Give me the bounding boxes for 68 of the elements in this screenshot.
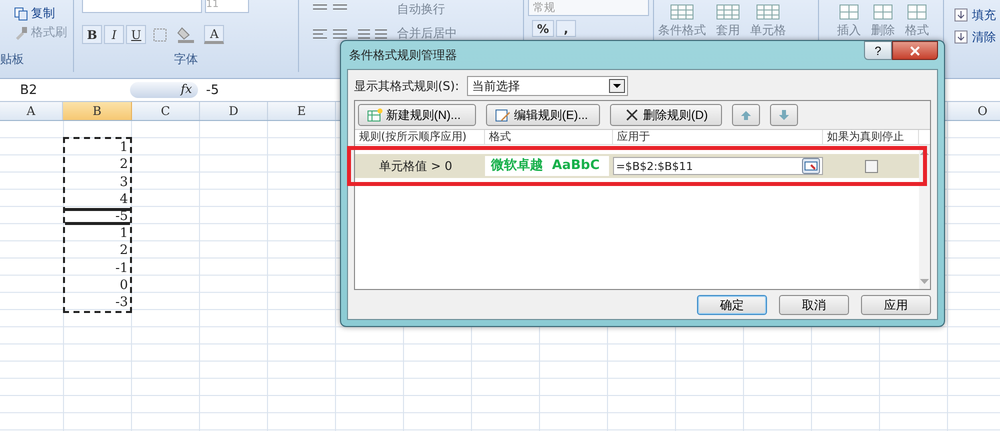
font-color-button[interactable]: A [204, 25, 224, 44]
table-icon [756, 4, 780, 20]
column-header: 格式 [485, 130, 613, 144]
name-box[interactable]: B2 [0, 82, 130, 98]
up-arrow-icon [740, 109, 752, 121]
dialog-button[interactable]: 应用 [861, 295, 931, 315]
fx-button[interactable]: fx [130, 82, 198, 98]
table-cell[interactable]: 0 [65, 276, 130, 294]
delete-icon [624, 108, 640, 122]
number-format-button[interactable]: % [532, 20, 554, 37]
column-header[interactable]: E [268, 102, 336, 120]
close-button[interactable] [892, 41, 938, 60]
column-header: 规则(按所示顺序应用) [355, 130, 485, 144]
format-preview: 微软卓越 AaBbC [485, 156, 609, 176]
column-header[interactable]: C [132, 102, 200, 120]
table-icon [907, 4, 927, 20]
table-icon [670, 4, 694, 20]
font-style-button[interactable]: I [104, 25, 124, 44]
formula-field[interactable]: -5 [206, 82, 219, 98]
rule-row[interactable]: 单元格值 > 0 微软卓越 AaBbC =$B$2:$B$11 [355, 154, 919, 178]
move-down-button[interactable] [770, 104, 798, 126]
font-style-button[interactable]: U [126, 25, 146, 44]
table-cell[interactable]: 3 [65, 174, 130, 191]
range-picker-icon[interactable] [802, 158, 820, 174]
toolbar-button[interactable]: 新建规则(N)... [358, 104, 476, 126]
toolbar-button[interactable]: 删除规则(D) [610, 104, 722, 126]
number-format-button[interactable]: , [556, 20, 576, 37]
table-cell[interactable]: 2 [65, 156, 130, 174]
group-label: 贴板 [0, 51, 25, 68]
ribbon-button[interactable]: 填充 [954, 4, 996, 26]
show-rules-dropdown[interactable]: 当前选择 [467, 76, 628, 96]
table-cell[interactable]: 1 [65, 225, 130, 242]
font-style-button[interactable]: B [82, 25, 102, 44]
move-up-button[interactable] [732, 104, 760, 126]
help-button[interactable]: ? [864, 41, 892, 60]
rule-text: 单元格值 > 0 [378, 158, 454, 174]
dialog-button[interactable]: 取消 [779, 295, 849, 315]
dialog-button[interactable]: 确定 [697, 295, 767, 315]
ribbon-button[interactable]: 清除 [954, 26, 996, 48]
group-label: 字体 [173, 51, 199, 68]
scroll-up-icon[interactable] [920, 149, 929, 155]
table-cell[interactable]: -3 [65, 294, 130, 312]
down-arrow-icon [778, 109, 790, 121]
copy-icon [14, 6, 28, 20]
checkbox[interactable] [864, 160, 878, 172]
font-name-field[interactable] [82, 0, 202, 13]
column-header[interactable]: B [63, 102, 132, 120]
edit-table-icon [495, 108, 511, 122]
ribbon-button[interactable]: 复制 [4, 4, 69, 23]
table-cell[interactable]: 1 [65, 139, 130, 156]
column-header: 应用于 [613, 130, 823, 144]
column-header[interactable]: O [948, 102, 1000, 120]
scroll-down-icon[interactable] [920, 279, 929, 285]
table-icon [839, 4, 859, 20]
show-rules-label: 显示其格式规则(S): [354, 78, 460, 94]
column-header[interactable]: D [200, 102, 268, 120]
toolbar-button[interactable]: 编辑规则(E)... [486, 104, 600, 126]
column-header: 如果为真则停止 [823, 130, 919, 144]
table-cell[interactable]: 4 [65, 190, 130, 208]
table-icon [716, 4, 740, 20]
close-icon [909, 46, 921, 56]
brush-icon [14, 26, 28, 40]
table-cell[interactable]: 2 [65, 242, 130, 260]
window-title: 条件格式规则管理器 [348, 46, 457, 64]
table-icon [873, 4, 893, 20]
table-cell[interactable]: -1 [65, 260, 130, 277]
new-table-icon [367, 108, 383, 122]
applies-to-field[interactable]: =$B$2:$B$11 [613, 157, 823, 175]
